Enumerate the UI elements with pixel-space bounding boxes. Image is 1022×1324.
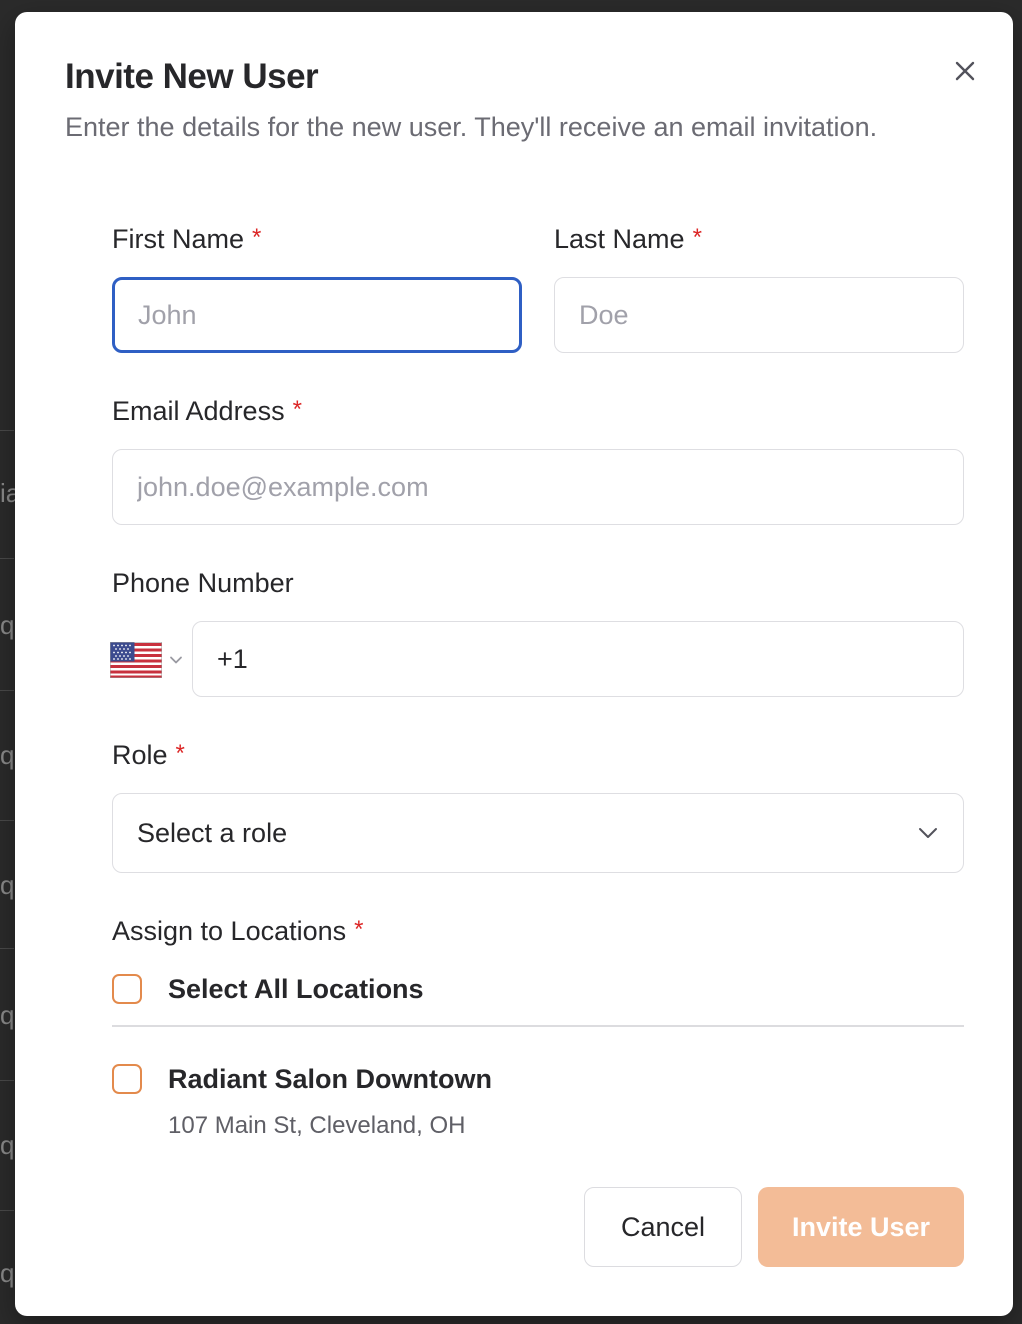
country-code-select[interactable] (110, 640, 188, 680)
role-label: Role * (112, 740, 185, 771)
last-name-label-text: Last Name (554, 224, 685, 254)
background-divider (0, 558, 14, 559)
role-select-value: Select a role (137, 817, 288, 848)
invite-user-button[interactable]: Invite User (758, 1187, 964, 1267)
background-text-fragment: q (0, 740, 15, 770)
select-all-locations-checkbox[interactable] (112, 974, 142, 1004)
background-text-fragment: q (0, 610, 15, 640)
background-text-fragment: ia (0, 478, 21, 508)
phone-label-text: Phone Number (112, 568, 294, 598)
close-icon (955, 61, 975, 81)
background-divider (0, 1210, 14, 1211)
dialog-title: Invite New User (65, 57, 319, 96)
last-name-label: Last Name * (554, 224, 702, 255)
first-name-label-text: First Name (112, 224, 245, 254)
role-label-text: Role (112, 740, 168, 770)
chevron-down-icon (919, 828, 937, 838)
invite-user-dialog: Invite New User Enter the details for th… (15, 12, 1013, 1316)
background-divider (0, 1080, 14, 1081)
select-all-locations-label[interactable]: Select All Locations (168, 974, 424, 1005)
phone-label: Phone Number (112, 568, 294, 599)
close-button[interactable] (950, 56, 980, 86)
required-indicator: * (175, 740, 185, 767)
email-label-text: Email Address (112, 396, 285, 426)
email-input[interactable] (112, 449, 964, 525)
first-name-label: First Name * (112, 224, 261, 255)
background-text-fragment: q (0, 1130, 15, 1160)
locations-label: Assign to Locations * (112, 916, 363, 947)
required-indicator: * (692, 224, 702, 251)
required-indicator: * (354, 916, 364, 943)
background-text-fragment: q (0, 1000, 15, 1030)
role-select[interactable]: Select a role (112, 793, 964, 873)
dialog-subtitle: Enter the details for the new user. They… (65, 112, 878, 142)
location-checkbox[interactable] (112, 1064, 142, 1094)
location-address: 107 Main St, Cleveland, OH (168, 1112, 466, 1139)
background-divider (0, 820, 14, 821)
email-label: Email Address * (112, 396, 302, 427)
background-text-fragment: q (0, 870, 15, 900)
background-divider (0, 430, 14, 431)
background-text-fragment: q (0, 1258, 15, 1288)
location-name[interactable]: Radiant Salon Downtown (168, 1064, 492, 1095)
locations-divider (112, 1025, 964, 1027)
required-indicator: * (292, 396, 302, 423)
us-flag-icon (110, 642, 162, 678)
locations-label-text: Assign to Locations (112, 916, 347, 946)
phone-input[interactable] (192, 621, 964, 697)
background-divider (0, 948, 14, 949)
cancel-button[interactable]: Cancel (584, 1187, 742, 1267)
required-indicator: * (252, 224, 262, 251)
chevron-down-icon (170, 656, 182, 664)
first-name-input[interactable] (112, 277, 522, 353)
background-divider (0, 690, 14, 691)
last-name-input[interactable] (554, 277, 964, 353)
